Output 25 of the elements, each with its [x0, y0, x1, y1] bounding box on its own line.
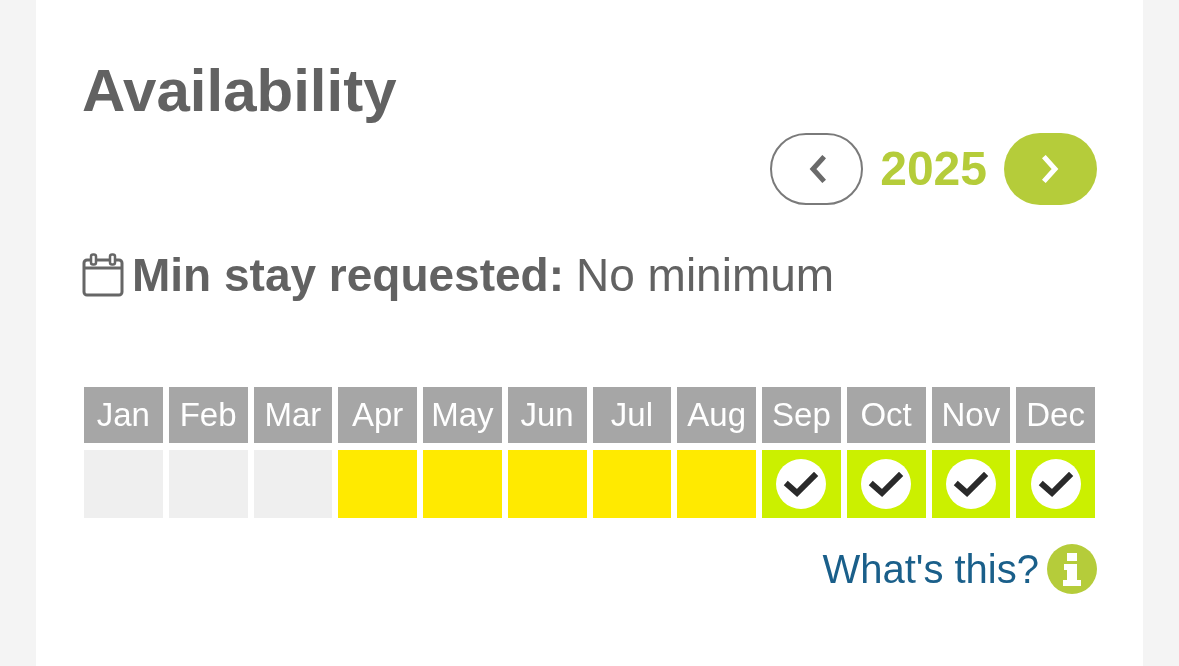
check-icon	[861, 459, 912, 509]
min-stay-label: Min stay requested:	[132, 249, 564, 301]
chevron-right-icon	[1041, 155, 1060, 183]
month-header: Mar	[253, 387, 333, 443]
calendar-icon	[82, 253, 124, 297]
check-icon	[1030, 459, 1081, 509]
whats-this-link[interactable]: What's this?	[822, 544, 1039, 594]
month-header: Dec	[1016, 387, 1095, 443]
month-header: Sep	[762, 387, 841, 443]
month-header: Jan	[84, 387, 163, 443]
month-header: May	[423, 387, 502, 443]
info-icon[interactable]	[1047, 544, 1097, 594]
month-header: Aug	[677, 387, 756, 443]
check-icon	[776, 459, 827, 509]
section-title: Availability	[82, 58, 398, 124]
month-header: Jul	[592, 387, 672, 443]
year-label: 2025	[880, 145, 987, 193]
month-header: Apr	[338, 387, 417, 443]
month-header: Oct	[846, 387, 926, 443]
min-stay-value: No minimum	[576, 249, 835, 301]
month-header: Nov	[931, 387, 1011, 443]
check-icon	[945, 459, 996, 509]
chevron-left-icon	[807, 155, 826, 183]
month-header: Jun	[507, 387, 587, 443]
month-header: Feb	[168, 387, 248, 443]
